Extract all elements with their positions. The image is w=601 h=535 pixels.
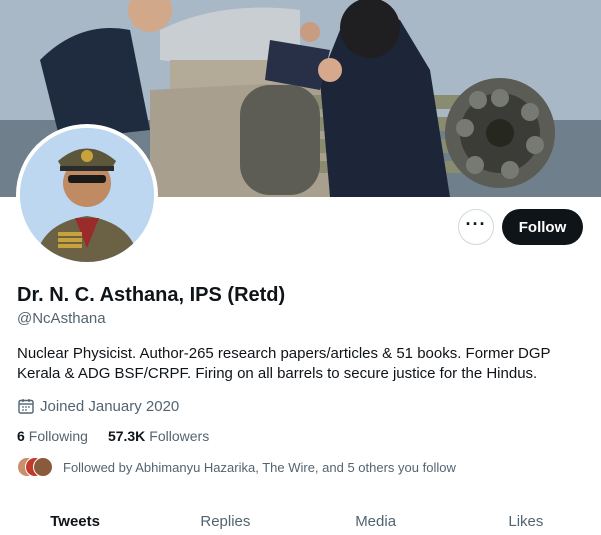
avatar-image [20, 128, 154, 262]
followers-label: Followers [149, 428, 210, 444]
followed-by[interactable]: Followed by Abhimanyu Hazarika, The Wire… [17, 457, 456, 477]
followers-link[interactable]: 57.3K Followers [108, 428, 209, 444]
joined-date: Joined January 2020 [17, 397, 179, 415]
follow-button[interactable]: Follow [502, 209, 583, 245]
profile-bio: Nuclear Physicist. Author-265 research p… [17, 345, 551, 382]
more-button[interactable]: ··· [458, 209, 494, 245]
tab-media[interactable]: Media [301, 500, 451, 535]
tab-tweets[interactable]: Tweets [0, 500, 150, 535]
profile-stats: 6 Following 57.3K Followers [17, 428, 209, 444]
follower-avatars [17, 457, 55, 477]
profile-tabs: Tweets Replies Media Likes [0, 500, 601, 535]
tab-likes[interactable]: Likes [451, 500, 601, 535]
follower-avatar [33, 457, 53, 477]
following-count: 6 [17, 428, 25, 444]
profile-name: Dr. N. C. Asthana, IPS (Retd) [17, 284, 286, 306]
profile-avatar[interactable] [16, 124, 158, 266]
followed-by-text: Followed by Abhimanyu Hazarika, The Wire… [63, 459, 456, 475]
followers-count: 57.3K [107, 428, 146, 444]
calendar-icon [18, 399, 34, 414]
following-label: Following [28, 428, 88, 444]
tab-replies[interactable]: Replies [150, 500, 300, 535]
profile-handle: @NcAsthana [17, 310, 106, 327]
following-link[interactable]: 6 Following [17, 428, 88, 444]
joined-label: Joined January 2020 [40, 397, 180, 415]
more-icon: ··· [465, 214, 487, 234]
